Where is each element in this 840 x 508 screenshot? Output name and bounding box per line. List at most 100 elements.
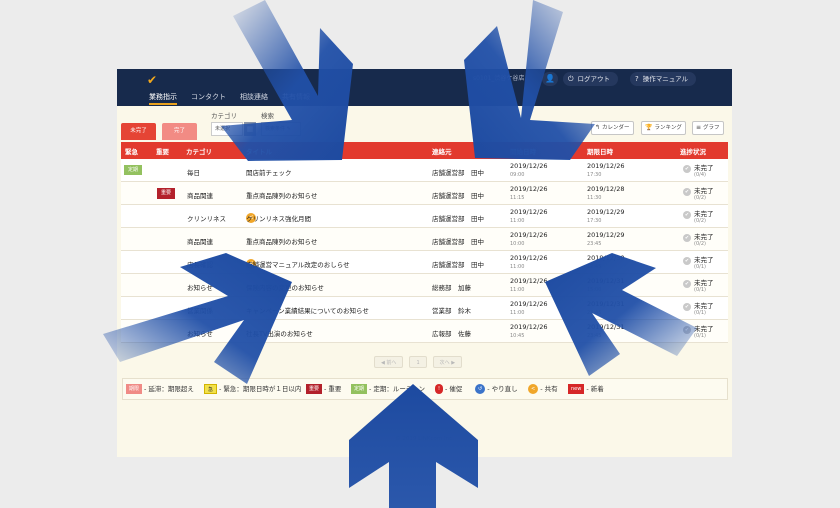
help-icon: ? bbox=[635, 75, 639, 83]
row-end-date: 2019/12/29 bbox=[587, 231, 625, 239]
row-end-date: 2019/12/31 bbox=[587, 277, 625, 285]
calendar-picker-icon[interactable]: ▦ bbox=[244, 122, 256, 136]
row-category: お知らせ bbox=[187, 284, 213, 292]
row-category: クリンリネス bbox=[187, 215, 226, 223]
col-source[interactable]: 連絡元 bbox=[432, 146, 452, 156]
check-icon[interactable]: ✔ bbox=[683, 165, 691, 173]
logout-button[interactable]: ⏻ ログアウト bbox=[563, 72, 619, 86]
tab-complete[interactable]: 完了 bbox=[162, 123, 197, 140]
row-category: お知らせ bbox=[187, 330, 213, 338]
nav-item-contact[interactable]: コンタクト bbox=[191, 93, 226, 105]
row-source: 店舗運営部 田中 bbox=[432, 261, 484, 269]
category-select[interactable]: 未選択 bbox=[211, 122, 243, 136]
graph-button[interactable]: ≡ グラフ bbox=[692, 121, 724, 135]
table-row[interactable]: お知らせ 社長TV出演のお知らせ 広報部 佐藤 2019/12/26 10:45 2019… bbox=[121, 320, 728, 343]
col-start[interactable]: 開始日時 bbox=[510, 146, 536, 156]
row-progress-count: (0/1) bbox=[694, 333, 706, 339]
legend-reminder: ! - 催促 bbox=[435, 384, 462, 395]
row-end-time: 11:30 bbox=[587, 195, 602, 201]
row-category: 営業関係 bbox=[187, 307, 213, 315]
row-end-date: 2019/12/29 bbox=[587, 208, 625, 216]
legend-urgent: 急- 緊急：期限日時が１日以内 bbox=[204, 384, 301, 395]
user-icon[interactable]: 👤 bbox=[542, 72, 558, 86]
row-start-date: 2019/12/26 bbox=[510, 277, 548, 285]
row-source: 店舗運営部 田中 bbox=[432, 169, 484, 177]
legend-overdue: 期限 - 延滞：期限超え bbox=[126, 384, 194, 395]
check-icon[interactable]: ✔ bbox=[683, 326, 691, 334]
col-deadline[interactable]: 期限日時 bbox=[587, 146, 613, 156]
search-label: 検索 bbox=[261, 112, 274, 120]
row-start-time: 10:45 bbox=[510, 333, 525, 339]
logo-check-icon[interactable]: ✔ bbox=[147, 74, 161, 86]
table-row[interactable]: 店長確認 < 店舗運営マニュアル改定のおしらせ 店舗運営部 田中 2019/12/26 1… bbox=[121, 251, 728, 274]
category-label: カテゴリ bbox=[211, 112, 237, 120]
row-end-date: 2019/12/28 bbox=[587, 185, 625, 193]
row-start-date: 2019/12/26 bbox=[510, 323, 548, 331]
table-row[interactable]: クリンリネス < クリンリネス強化月間 店舗運営部 田中 2019/12/26 11:00… bbox=[121, 205, 728, 228]
row-source: 営業部 鈴木 bbox=[432, 307, 471, 315]
row-start-time: 10:00 bbox=[510, 241, 525, 247]
row-start-date: 2019/12/26 bbox=[510, 300, 548, 308]
col-urgent[interactable]: 緊急 bbox=[125, 146, 138, 156]
periodic-badge: 定期 bbox=[124, 165, 142, 175]
nav-item-consult[interactable]: 相談連絡 bbox=[240, 93, 268, 105]
manual-button[interactable]: ? 操作マニュアル bbox=[630, 72, 697, 86]
row-status: 未完了 bbox=[694, 164, 714, 172]
task-table: 緊急 重要 カテゴリ タイトル 連絡元 開始日時 期限日時 進捗状況 定期 毎日 開… bbox=[121, 142, 728, 343]
row-status: 未完了 bbox=[694, 210, 714, 218]
table-row[interactable]: お知らせ 保険内容の変更のお知らせ 総務部 加藤 2019/12/26 11:00 201… bbox=[121, 274, 728, 297]
search-condition-button[interactable]: 検索条件 ✎ bbox=[261, 122, 301, 136]
legend-share: < - 共有 bbox=[528, 384, 558, 395]
col-important[interactable]: 重要 bbox=[156, 146, 169, 156]
col-title[interactable]: タイトル bbox=[246, 146, 272, 156]
table-row[interactable]: 定期 毎日 開店前チェック 店舗運営部 田中 2019/12/26 09:00 2019/1… bbox=[121, 159, 728, 182]
legend-new: new - 新着 bbox=[568, 384, 604, 395]
row-end-time: 12:45 bbox=[587, 264, 602, 270]
bar-chart-icon: ≡ bbox=[696, 124, 702, 131]
check-icon[interactable]: ✔ bbox=[683, 257, 691, 265]
row-end-date: 2019/12/26 bbox=[587, 162, 625, 170]
row-status: 未完了 bbox=[694, 187, 714, 195]
col-category[interactable]: カテゴリ bbox=[186, 146, 212, 156]
pagination: ◀ 前へ 1 次へ ▶ bbox=[374, 356, 463, 368]
check-icon[interactable]: ✔ bbox=[683, 303, 691, 311]
tab-incomplete[interactable]: 未完了 bbox=[121, 123, 156, 140]
check-icon[interactable]: ✔ bbox=[683, 234, 691, 242]
legend-important: 重要 - 重要 bbox=[306, 384, 341, 395]
legend: 期限 - 延滞：期限超え 急- 緊急：期限日時が１日以内 重要 - 重要 定期 - 定… bbox=[122, 378, 728, 400]
row-start-date: 2019/12/26 bbox=[510, 231, 548, 239]
check-icon[interactable]: ✔ bbox=[683, 280, 691, 288]
copyright: © 2019 LINKcom Inc. bbox=[395, 436, 454, 442]
row-category: 商品関連 bbox=[187, 238, 213, 246]
check-icon[interactable]: ✔ bbox=[683, 211, 691, 219]
row-source: 広報部 佐藤 bbox=[432, 330, 471, 338]
col-status[interactable]: 進捗状況 bbox=[680, 146, 706, 156]
calendar-button[interactable]: ↰ カレンダー bbox=[591, 121, 634, 135]
row-progress-count: (0/4) bbox=[694, 172, 706, 178]
row-start-date: 2019/12/26 bbox=[510, 185, 548, 193]
page-number[interactable]: 1 bbox=[409, 356, 427, 368]
row-start-time: 11:00 bbox=[510, 264, 525, 270]
legend-redo: ↺ - やり直し bbox=[475, 384, 518, 395]
important-badge: 重要 bbox=[157, 188, 175, 199]
prev-page-button[interactable]: ◀ 前へ bbox=[374, 356, 404, 368]
next-page-button[interactable]: 次へ ▶ bbox=[432, 356, 463, 368]
nav-item-instructions[interactable]: 業務指示 bbox=[149, 93, 177, 105]
nav-item-shared[interactable]: 共有情報 bbox=[282, 93, 310, 105]
row-progress-count: (0/2) bbox=[694, 241, 706, 247]
check-icon[interactable]: ✔ bbox=[683, 188, 691, 196]
row-status: 未完了 bbox=[694, 279, 714, 287]
row-status: 未完了 bbox=[694, 256, 714, 264]
row-start-time: 09:00 bbox=[510, 172, 525, 178]
ranking-button[interactable]: 🏆 ランキング bbox=[641, 121, 686, 135]
row-progress-count: (0/2) bbox=[694, 195, 706, 201]
row-status: 未完了 bbox=[694, 325, 714, 333]
row-progress-count: (0/1) bbox=[694, 264, 706, 270]
row-category: 店長確認 bbox=[187, 261, 213, 269]
table-row[interactable]: 商品関連 重点商品陳列のお知らせ 店舗運営部 田中 2019/12/26 10:00 20… bbox=[121, 228, 728, 251]
top-header: ✔ 業務指示 コンタクト 相談連絡 共有情報 s0101_渋谷ケ谷店 👤 ⏻ ログ… bbox=[117, 69, 732, 106]
table-row[interactable]: 重要 商品関連 重点商品陳列のお知らせ 店舗運営部 田中 2019/12/26 11:15… bbox=[121, 182, 728, 205]
table-row[interactable]: 営業関係 キャンペーン業績結果についてのお知らせ 営業部 鈴木 2019/12/26 1… bbox=[121, 297, 728, 320]
legend-periodic: 定期 - 定期：ルーティン bbox=[351, 384, 425, 395]
row-source: 店舗運営部 田中 bbox=[432, 192, 484, 200]
